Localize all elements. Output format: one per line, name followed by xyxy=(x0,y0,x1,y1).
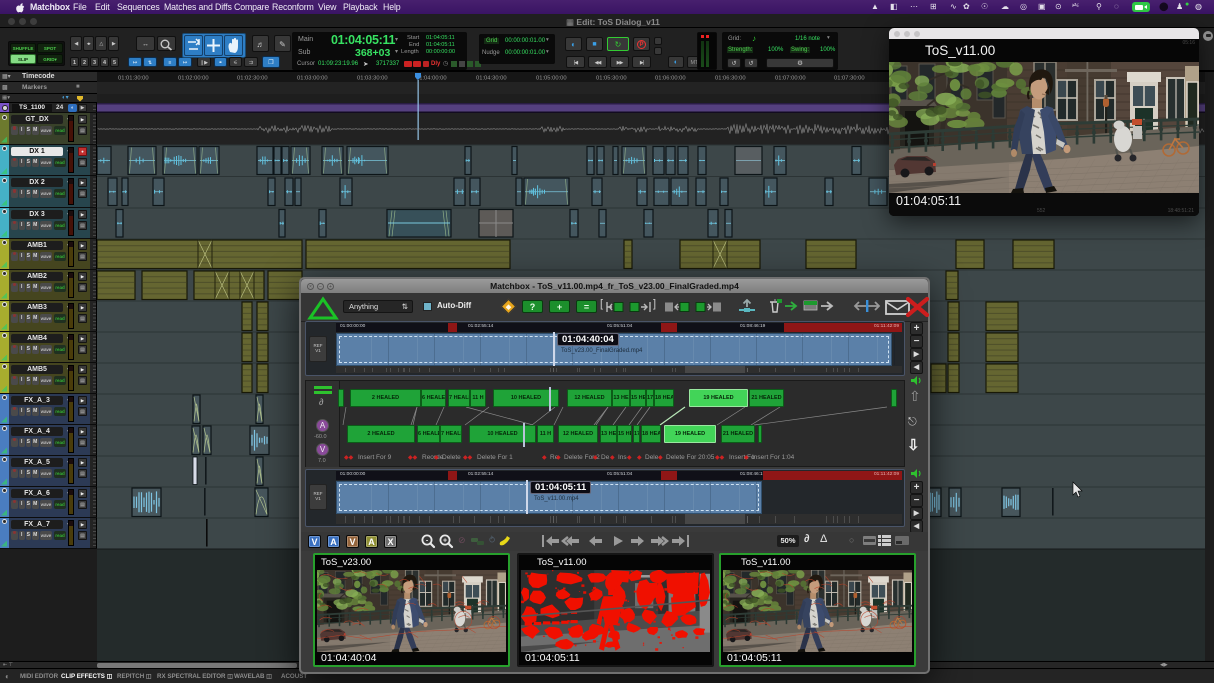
svg-text:01:06:00:00: 01:06:00:00 xyxy=(655,76,686,82)
svg-text:01:01:30:00: 01:01:30:00 xyxy=(118,76,149,82)
svg-text:01:03:30:00: 01:03:30:00 xyxy=(357,76,388,82)
svg-text:-: - xyxy=(426,537,429,544)
svg-text:01:05:30:00: 01:05:30:00 xyxy=(596,76,627,82)
svg-text:01:03:00:00: 01:03:00:00 xyxy=(297,76,328,82)
svg-text:01:04:30:00: 01:04:30:00 xyxy=(476,76,507,82)
svg-text:01:07:00:00: 01:07:00:00 xyxy=(775,76,806,82)
svg-text:01:07:30:00: 01:07:30:00 xyxy=(834,76,865,82)
svg-text:01:05:00:00: 01:05:00:00 xyxy=(536,76,567,82)
svg-text:01:06:30:00: 01:06:30:00 xyxy=(715,76,746,82)
svg-text:+: + xyxy=(443,537,447,544)
svg-text:01:02:00:00: 01:02:00:00 xyxy=(178,76,209,82)
svg-text:01:02:30:00: 01:02:30:00 xyxy=(237,76,268,82)
